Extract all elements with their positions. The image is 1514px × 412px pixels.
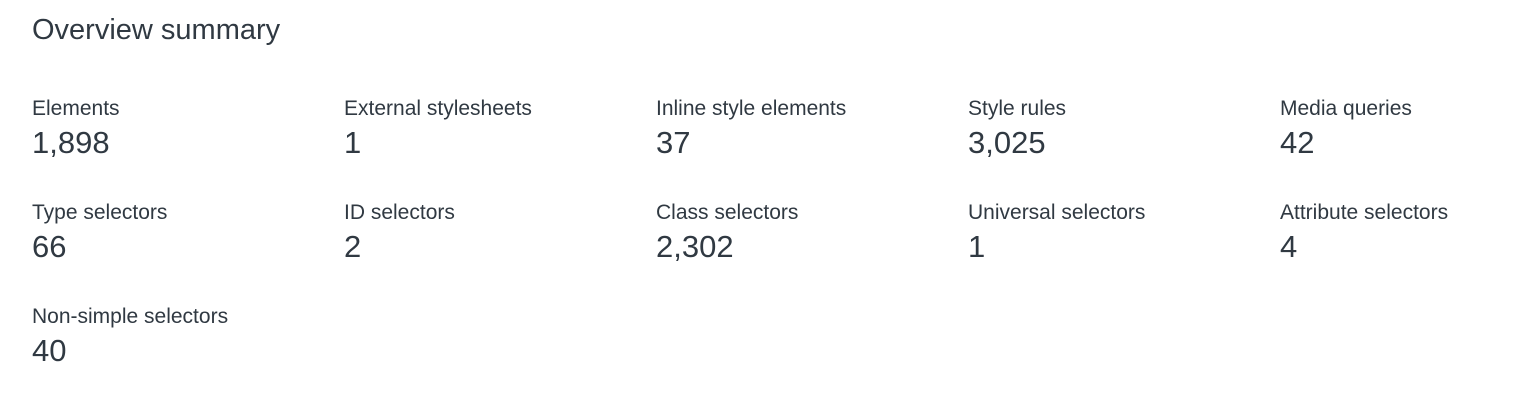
stat-label: ID selectors: [344, 201, 455, 224]
stat-media-queries: Media queries 42: [1280, 96, 1514, 200]
overview-summary-panel: Overview summary Elements 1,898 External…: [32, 0, 1514, 412]
stat-value: 42: [1280, 125, 1315, 160]
stat-universal-selectors: Universal selectors 1: [968, 200, 1280, 304]
stat-id-selectors: ID selectors 2: [344, 200, 656, 304]
page-title: Overview summary: [32, 14, 281, 46]
stat-label: Elements: [32, 97, 120, 120]
stat-value: 2: [344, 229, 362, 264]
stat-value: 3,025: [968, 125, 1046, 160]
stat-label: Universal selectors: [968, 201, 1146, 224]
stat-class-selectors: Class selectors 2,302: [656, 200, 968, 304]
stat-label: Class selectors: [656, 201, 799, 224]
stat-value: 1: [344, 125, 362, 160]
stat-label: Non-simple selectors: [32, 305, 229, 328]
stat-label: External stylesheets: [344, 97, 532, 120]
stat-elements: Elements 1,898: [32, 96, 344, 200]
stat-label: Style rules: [968, 97, 1067, 120]
stat-value: 37: [656, 125, 691, 160]
stat-label: Inline style elements: [656, 97, 847, 120]
stat-external-stylesheets: External stylesheets 1: [344, 96, 656, 200]
stat-style-rules: Style rules 3,025: [968, 96, 1280, 200]
stat-inline-style-elements: Inline style elements 37: [656, 96, 968, 200]
stat-value: 66: [32, 229, 67, 264]
stat-type-selectors: Type selectors 66: [32, 200, 344, 304]
stat-value: 4: [1280, 229, 1298, 264]
stat-label: Type selectors: [32, 201, 168, 224]
stat-value: 2,302: [656, 229, 734, 264]
stats-grid: Elements 1,898 External stylesheets 1 In…: [32, 96, 1514, 408]
stat-value: 40: [32, 333, 67, 368]
stat-value: 1,898: [32, 125, 110, 160]
stat-value: 1: [968, 229, 986, 264]
stat-label: Media queries: [1280, 97, 1412, 120]
stat-non-simple-selectors: Non-simple selectors 40: [32, 304, 344, 408]
stat-attribute-selectors: Attribute selectors 4: [1280, 200, 1514, 304]
stat-label: Attribute selectors: [1280, 201, 1449, 224]
